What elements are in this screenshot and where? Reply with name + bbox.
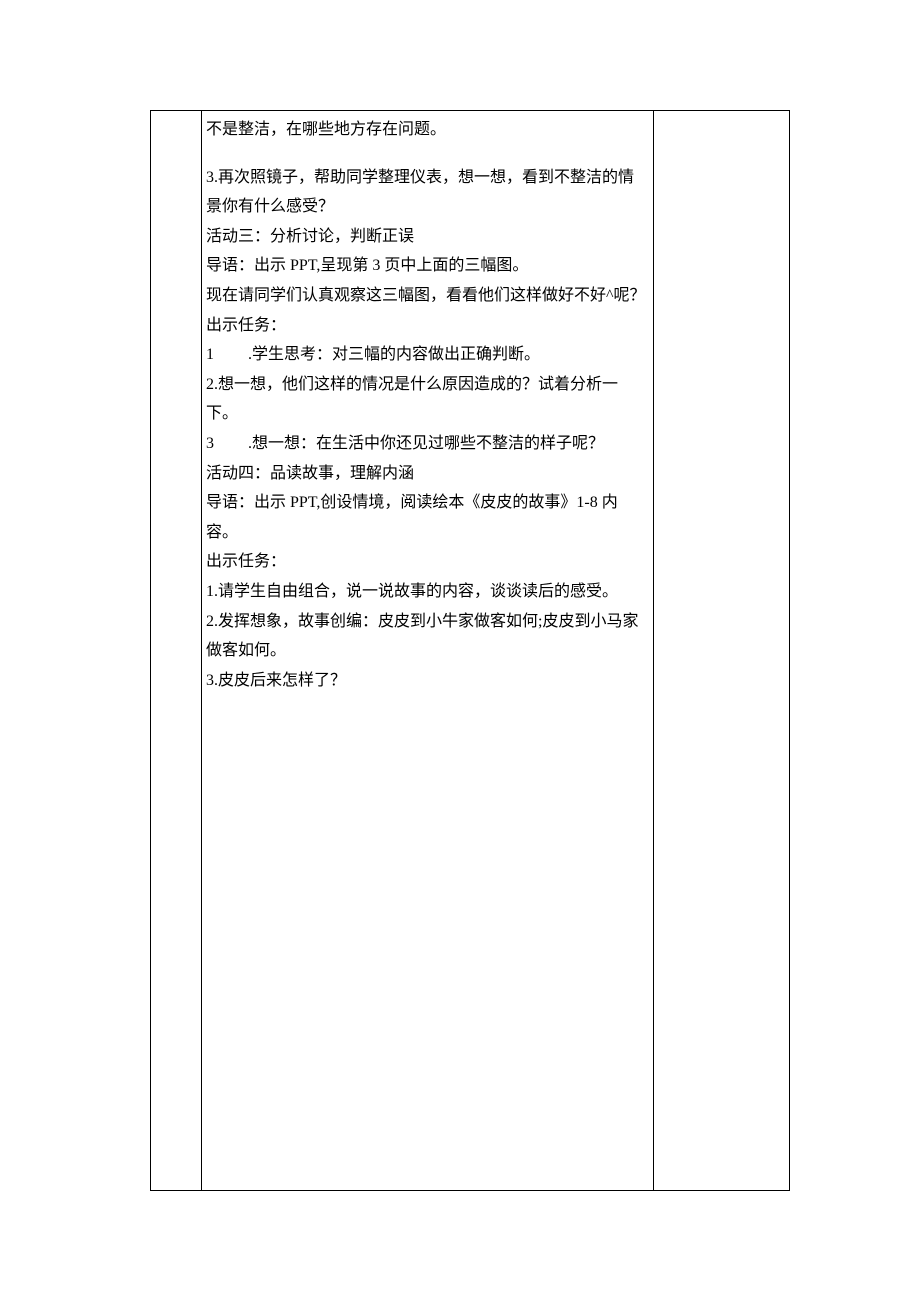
middle-column: 不是整洁，在哪些地方存在问题。 3.再次照镜子，帮助同学整理仪表，想一想，看到不… — [202, 111, 654, 1191]
text-line: 2.想一想，他们这样的情况是什么原因造成的？试着分析一下。 — [206, 370, 649, 429]
text-line: 出示任务： — [206, 547, 649, 577]
text-line: 1.学生思考：对三幅的内容做出正确判断。 — [206, 340, 649, 370]
document-page: 不是整洁，在哪些地方存在问题。 3.再次照镜子，帮助同学整理仪表，想一想，看到不… — [0, 0, 920, 1301]
text-line: 3.再次照镜子，帮助同学整理仪表，想一想，看到不整洁的情景你有什么感受？ — [206, 163, 649, 222]
text-line: 1.请学生自由组合，说一说故事的内容，谈谈读后的感受。 — [206, 577, 649, 607]
text-line: 2.发挥想象，故事创编：皮皮到小牛家做客如何;皮皮到小马家做客如何。 — [206, 607, 649, 666]
list-number: 1 — [206, 340, 248, 370]
right-column — [654, 111, 790, 1191]
list-text: .学生思考：对三幅的内容做出正确判断。 — [248, 346, 540, 363]
text-line: 导语：出示 PPT,呈现第 3 页中上面的三幅图。 — [206, 251, 649, 281]
list-number: 3 — [206, 429, 248, 459]
lesson-content: 不是整洁，在哪些地方存在问题。 3.再次照镜子，帮助同学整理仪表，想一想，看到不… — [202, 111, 653, 699]
text-line: 导语：出示 PPT,创设情境，阅读绘本《皮皮的故事》1-8 内容。 — [206, 488, 649, 547]
list-text: .想一想：在生活中你还见过哪些不整洁的样子呢？ — [248, 435, 604, 452]
text-line: 活动四：品读故事，理解内涵 — [206, 459, 649, 489]
text-line: 活动三：分析讨论，判断正误 — [206, 222, 649, 252]
text-line: 出示任务： — [206, 311, 649, 341]
text-line: 不是整洁，在哪些地方存在问题。 — [206, 115, 649, 145]
left-column — [151, 111, 202, 1191]
text-line: 3.想一想：在生活中你还见过哪些不整洁的样子呢？ — [206, 429, 649, 459]
content-table: 不是整洁，在哪些地方存在问题。 3.再次照镜子，帮助同学整理仪表，想一想，看到不… — [150, 110, 790, 1191]
text-line: 3.皮皮后来怎样了？ — [206, 666, 649, 696]
text-line: 现在请同学们认真观察这三幅图，看看他们这样做好不好^呢？ — [206, 281, 649, 311]
spacer — [206, 145, 649, 163]
